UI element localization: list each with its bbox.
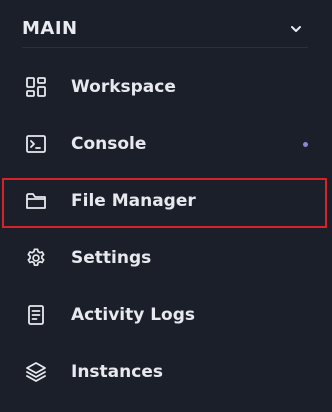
sidebar-item-settings[interactable]: Settings <box>0 234 332 282</box>
section-title: MAIN <box>22 18 78 39</box>
layers-icon <box>25 361 47 383</box>
section-header[interactable]: MAIN <box>22 10 308 48</box>
sidebar-item-console[interactable]: Console <box>0 120 332 168</box>
sidebar-item-label: Console <box>71 134 147 154</box>
sidebar-item-label: Settings <box>71 248 152 268</box>
document-list-icon <box>25 304 47 326</box>
terminal-icon <box>25 133 47 155</box>
notification-dot <box>303 141 308 147</box>
workspace-grid-icon <box>25 76 47 98</box>
sidebar-item-label: Instances <box>71 362 163 382</box>
sidebar-item-activity-logs[interactable]: Activity Logs <box>0 291 332 339</box>
sidebar-item-file-manager[interactable]: File Manager <box>0 177 332 225</box>
gear-icon <box>25 247 47 269</box>
folder-icon <box>25 190 47 212</box>
sidebar-item-instances[interactable]: Instances <box>0 348 332 396</box>
sidebar-item-label: Workspace <box>71 77 176 97</box>
chevron-down-icon[interactable] <box>288 21 304 37</box>
sidebar-item-label: Activity Logs <box>71 305 196 325</box>
sidebar-item-label: File Manager <box>71 191 196 211</box>
sidebar-item-workspace[interactable]: Workspace <box>0 63 332 111</box>
